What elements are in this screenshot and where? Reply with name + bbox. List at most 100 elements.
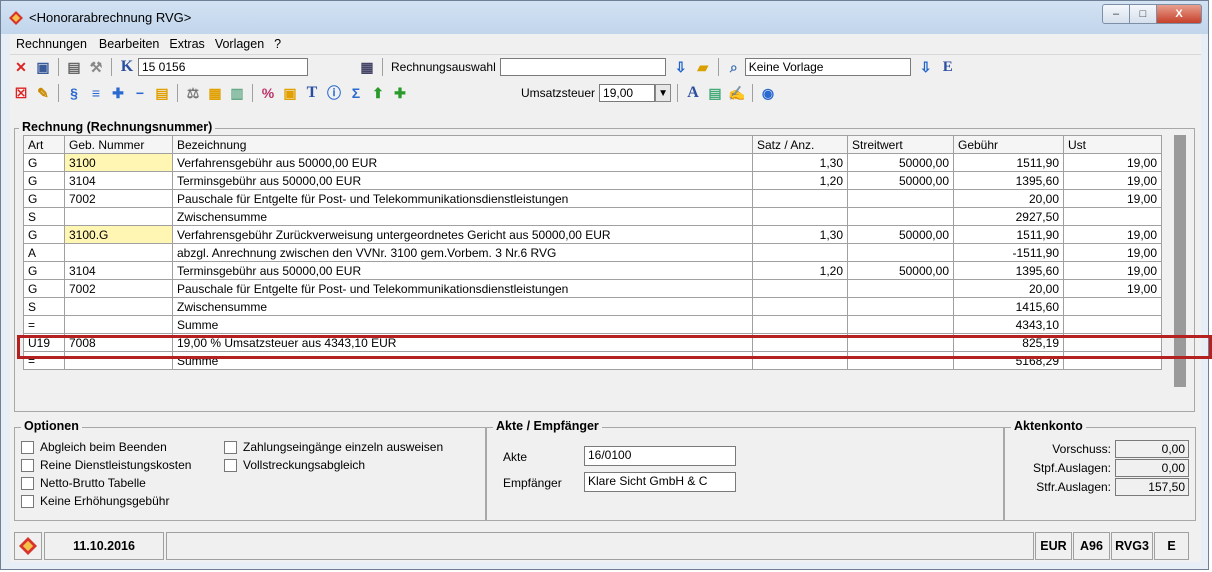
e-label[interactable]: E <box>939 58 957 76</box>
cell-satz[interactable]: 1,30 <box>752 153 848 172</box>
cell-geb-nummer[interactable]: 7002 <box>64 279 173 298</box>
cell-streitwert[interactable]: 50000,00 <box>847 261 954 280</box>
book-icon[interactable]: ▣ <box>281 84 299 102</box>
cell-ust[interactable]: 19,00 <box>1063 243 1162 262</box>
minimize-button[interactable]: – <box>1102 4 1130 24</box>
table-row[interactable]: G 3100 Verfahrensgebühr aus 50000,00 EUR 1,… <box>23 153 1162 172</box>
checkbox-dienstleistung[interactable]: Reine Dienstleistungskosten <box>21 458 191 472</box>
cell-streitwert[interactable] <box>847 279 954 298</box>
cell-bezeichnung[interactable]: Terminsgebühr aus 50000,00 EUR <box>172 261 753 280</box>
cell-bezeichnung[interactable]: Zwischensumme <box>172 207 753 226</box>
cell-gebuehr[interactable]: 2927,50 <box>953 207 1064 226</box>
cell-streitwert[interactable] <box>847 189 954 208</box>
delete-doc-icon[interactable]: ☒ <box>12 84 30 102</box>
equals-icon[interactable]: ≡ <box>87 84 105 102</box>
cell-gebuehr[interactable]: 4343,10 <box>953 315 1064 334</box>
list-icon[interactable]: ▥ <box>228 84 246 102</box>
tools-icon[interactable]: ⚒ <box>87 58 105 76</box>
doc-add-icon[interactable]: ▦ <box>206 84 224 102</box>
paragraph-icon[interactable]: § <box>65 84 83 102</box>
cell-streitwert[interactable] <box>847 297 954 316</box>
table-row[interactable]: G 3104 Terminsgebühr aus 50000,00 EUR 1,20 5… <box>23 171 1162 190</box>
template-field[interactable]: Keine Vorlage <box>744 58 911 76</box>
cell-ust[interactable]: 19,00 <box>1063 279 1162 298</box>
cell-gebuehr[interactable]: 1511,90 <box>953 225 1064 244</box>
plus-icon[interactable]: ✚ <box>109 84 127 102</box>
delete-icon[interactable]: ✕ <box>12 58 30 76</box>
table-row[interactable]: S Zwischensumme 1415,60 <box>23 297 1162 316</box>
table-row[interactable]: G 7002 Pauschale für Entgelte für Post- un… <box>23 189 1162 208</box>
cell-ust[interactable]: 19,00 <box>1063 261 1162 280</box>
col-art[interactable]: Art <box>23 135 65 154</box>
cell-gebuehr[interactable]: 1415,60 <box>953 297 1064 316</box>
menu-vorlagen[interactable]: Vorlagen <box>215 37 264 51</box>
cell-satz[interactable]: 1,20 <box>752 261 848 280</box>
checkbox-netto-brutto[interactable]: Netto-Brutto Tabelle <box>21 476 146 490</box>
cell-streitwert[interactable] <box>847 315 954 334</box>
cell-ust[interactable]: 19,00 <box>1063 153 1162 172</box>
cell-geb-nummer[interactable]: 3100 <box>64 153 173 172</box>
invoice-number-field[interactable]: 15 0156 <box>138 58 308 76</box>
cell-geb-nummer[interactable]: 3104 <box>64 261 173 280</box>
percent-icon[interactable]: % <box>259 84 277 102</box>
cell-geb-nummer[interactable]: 3104 <box>64 171 173 190</box>
cell-bezeichnung[interactable]: Verfahrensgebühr Zurückverweisung unterg… <box>172 225 753 244</box>
col-geb-nummer[interactable]: Geb. Nummer <box>64 135 173 154</box>
cell-geb-nummer[interactable]: 3100.G <box>64 225 173 244</box>
cell-streitwert[interactable] <box>847 243 954 262</box>
calculator-icon[interactable]: ▦ <box>358 58 376 76</box>
checkbox-abgleich[interactable]: Abgleich beim Beenden <box>21 440 167 454</box>
cell-geb-nummer[interactable] <box>64 243 173 262</box>
col-streitwert[interactable]: Streitwert <box>847 135 954 154</box>
cell-satz[interactable] <box>752 243 848 262</box>
cell-gebuehr[interactable]: 1395,60 <box>953 171 1064 190</box>
cell-gebuehr[interactable]: -1511,90 <box>953 243 1064 262</box>
cell-gebuehr[interactable]: 1395,60 <box>953 261 1064 280</box>
checkbox-zahlungseingaenge[interactable]: Zahlungseingänge einzeln ausweisen <box>224 440 443 454</box>
cell-ust[interactable] <box>1063 315 1162 334</box>
table-row[interactable]: Aabzgl. Anrechnung zwischen den VVNr. 31… <box>23 243 1162 262</box>
arrow-down-icon[interactable]: ⇩ <box>917 58 935 76</box>
checkbox-erhoehung[interactable]: Keine Erhöhungsgebühr <box>21 494 169 508</box>
chevron-down-icon[interactable]: ▼ <box>655 84 672 102</box>
col-gebuehr[interactable]: Gebühr <box>953 135 1064 154</box>
stack-icon[interactable]: ▤ <box>153 84 171 102</box>
menu-help[interactable]: ? <box>274 37 281 51</box>
col-bezeichnung[interactable]: Bezeichnung <box>172 135 753 154</box>
invoice-selection-field[interactable] <box>499 58 666 76</box>
sum-icon[interactable]: Σ <box>347 84 365 102</box>
cell-streitwert[interactable]: 50000,00 <box>847 153 954 172</box>
folder-e-icon[interactable]: ▰ <box>694 58 712 76</box>
cell-bezeichnung[interactable]: Pauschale für Entgelte für Post- und Tel… <box>172 189 753 208</box>
cell-satz[interactable]: 1,20 <box>752 171 848 190</box>
table-row[interactable]: G 3104 Terminsgebühr aus 50000,00 EUR 1,20 5… <box>23 261 1162 280</box>
text-icon[interactable]: T <box>303 84 321 102</box>
cell-bezeichnung[interactable]: Terminsgebühr aus 50000,00 EUR <box>172 171 753 190</box>
close-button[interactable]: X <box>1157 4 1202 24</box>
cell-bezeichnung[interactable]: Verfahrensgebühr aus 50000,00 EUR <box>172 153 753 172</box>
cell-satz[interactable] <box>752 207 848 226</box>
arrow-down-icon[interactable]: ⇩ <box>672 58 690 76</box>
col-ust[interactable]: Ust <box>1063 135 1162 154</box>
cell-ust[interactable]: 19,00 <box>1063 189 1162 208</box>
minus-icon[interactable]: − <box>131 84 149 102</box>
cell-gebuehr[interactable]: 20,00 <box>953 189 1064 208</box>
edit-icon[interactable]: ✎ <box>34 84 52 102</box>
help-icon[interactable]: ◉ <box>759 84 777 102</box>
tax-rate-select[interactable]: 19,00 <box>599 84 656 102</box>
cell-streitwert[interactable]: 50000,00 <box>847 171 954 190</box>
table-row[interactable]: G 7002 Pauschale für Entgelte für Post- un… <box>23 279 1162 298</box>
cell-streitwert[interactable] <box>847 207 954 226</box>
cell-ust[interactable]: 19,00 <box>1063 171 1162 190</box>
cell-bezeichnung[interactable]: Summe <box>172 315 753 334</box>
cell-art[interactable]: G <box>23 225 65 244</box>
cell-gebuehr[interactable]: 20,00 <box>953 279 1064 298</box>
menu-rechnungen[interactable]: Rechnungen <box>16 37 87 51</box>
cell-art[interactable]: G <box>23 261 65 280</box>
checkbox-vollstreckung[interactable]: Vollstreckungsabgleich <box>224 458 365 472</box>
cell-geb-nummer[interactable]: 7002 <box>64 189 173 208</box>
cell-satz[interactable]: 1,30 <box>752 225 848 244</box>
print-icon[interactable]: ▤ <box>65 58 83 76</box>
cell-geb-nummer[interactable] <box>64 297 173 316</box>
cell-art[interactable]: G <box>23 171 65 190</box>
